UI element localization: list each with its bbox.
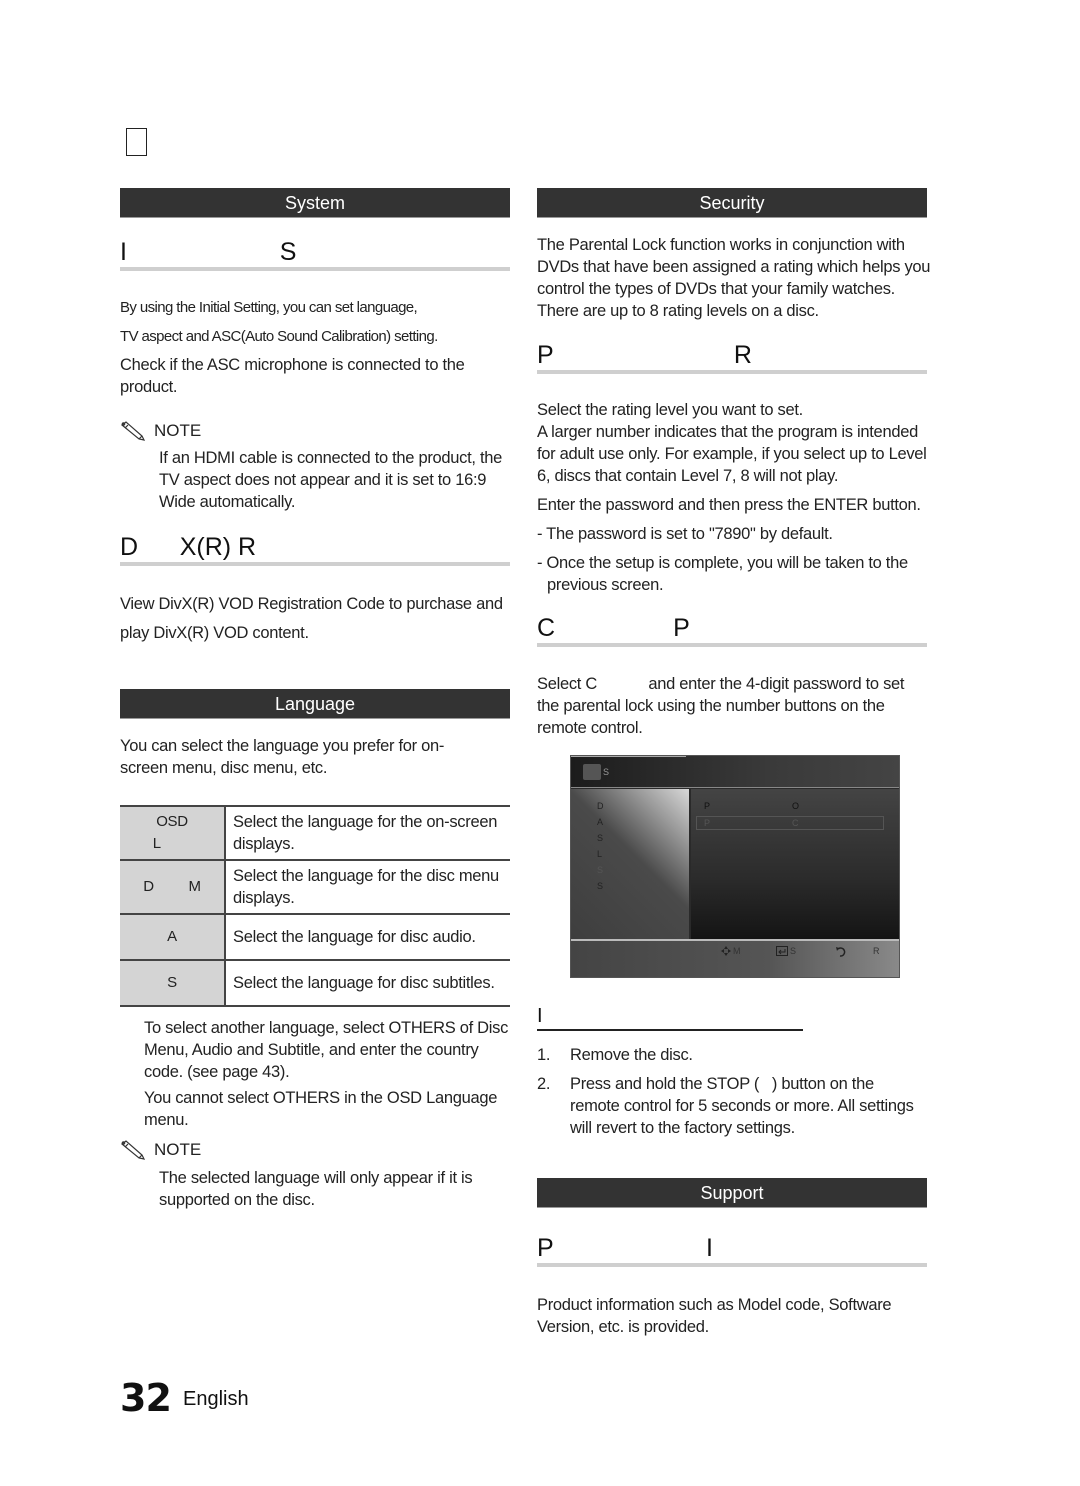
osd-menu-item-disabled: S: [597, 865, 604, 875]
heading-change-password: C P: [537, 613, 927, 647]
note-header-2: NOTE: [120, 1140, 201, 1160]
row-desc: Select the language for the on-screen di…: [225, 805, 510, 860]
osd-row-password-selected: P C: [696, 816, 884, 830]
osd-row-parental: P O: [696, 800, 884, 814]
osd-row-name: P: [704, 818, 711, 828]
placeholder-glyph-box: [126, 128, 147, 156]
table-row: A Select the language for disc audio.: [120, 913, 510, 960]
section-bar-security: Security: [537, 188, 927, 218]
change-password-text: Select C and enter the 4-digit password …: [537, 675, 909, 737]
product-info-text: Product information such as Model code, …: [537, 1296, 892, 1336]
pencil-note-icon: [121, 421, 146, 441]
pencil-note-icon: [121, 1140, 146, 1160]
initial-setting-text-1: By using the Initial Setting, you can se…: [120, 299, 418, 316]
osd-footer-move: M: [721, 946, 741, 956]
list-item: 1. Remove the disc.: [537, 1044, 927, 1066]
osd-row-value: O: [792, 801, 800, 811]
table-row: D M Select the language for the disc men…: [120, 859, 510, 914]
osd-menu-item: S: [597, 833, 604, 843]
heading-product-information: P I: [537, 1233, 927, 1267]
table-row: S Select the language for disc subtitles…: [120, 959, 510, 1007]
osd-row-name: P: [704, 801, 711, 811]
note-text-2: The selected language will only appear i…: [159, 1169, 473, 1209]
rating-text-3: Enter the password and then press the EN…: [537, 496, 921, 514]
language-table: OSD L Select the language for the on-scr…: [120, 805, 510, 1007]
language-note-osd: You cannot select OTHERS in the OSD Lang…: [144, 1089, 498, 1129]
section-bar-support: Support: [537, 1178, 927, 1208]
osd-title: S: [603, 767, 610, 777]
section-bar-language: Language: [120, 689, 510, 719]
row-desc: Select the language for the disc menu di…: [225, 859, 510, 914]
rating-bullet-1: - The password is set to "7890" by defau…: [537, 525, 833, 543]
row-desc: Select the language for disc audio.: [225, 913, 510, 960]
page-language: English: [183, 1388, 249, 1410]
row-desc: Select the language for disc subtitles.: [225, 959, 510, 1007]
osd-submenu: P O P C: [691, 789, 899, 939]
rating-text-2: A larger number indicates that the progr…: [537, 423, 927, 485]
move-arrows-icon: [721, 946, 731, 956]
step-number: 1.: [537, 1046, 551, 1064]
osd-menu: D A S L S S: [571, 789, 689, 939]
rating-text-1: Select the rating level you want to set.: [537, 401, 803, 419]
osd-setup-icon: [583, 764, 601, 780]
language-intro: You can select the language you prefer f…: [120, 737, 445, 777]
page-number: 32: [120, 1376, 172, 1420]
enter-icon: [776, 946, 788, 956]
divx-text: View DivX(R) VOD Registration Code to pu…: [120, 595, 503, 642]
security-intro: The Parental Lock function works in conj…: [537, 236, 931, 320]
osd-footer-move-label: M: [733, 946, 741, 956]
osd-menu-item: S: [597, 881, 604, 891]
note-label-1: NOTE: [154, 421, 202, 440]
reset-steps: 1. Remove the disc. 2. Press and hold th…: [537, 1044, 927, 1146]
initial-setting-text-2: TV aspect and ASC(Auto Sound Calibration…: [120, 328, 438, 345]
osd-header: S: [571, 756, 899, 788]
heading-reset: I: [537, 1005, 803, 1031]
heading-parental-rating: P R: [537, 340, 927, 374]
osd-footer-return-icon-wrap: [835, 946, 846, 957]
note-header-1: NOTE: [120, 421, 201, 441]
heading-initial-setting: I S: [120, 237, 510, 271]
row-label-osd-language: OSD L: [120, 805, 226, 860]
list-item: 2. Press and hold the STOP ( ) button on…: [537, 1073, 927, 1139]
osd-footer: M S R: [571, 939, 899, 977]
osd-row-value: C: [792, 818, 799, 828]
table-row: OSD L Select the language for the on-scr…: [120, 805, 510, 860]
osd-menu-item: A: [597, 817, 604, 827]
row-label-subtitle: S: [120, 959, 226, 1007]
step-number: 2.: [537, 1075, 551, 1093]
osd-menu-item: L: [597, 849, 603, 859]
row-label-audio: A: [120, 913, 226, 960]
step-text: Remove the disc.: [570, 1046, 693, 1064]
return-icon: [836, 947, 846, 957]
osd-footer-return: R: [873, 946, 880, 956]
osd-footer-select: S: [776, 946, 796, 956]
row-label-disc-menu: D M: [120, 859, 226, 914]
step-text: Press and hold the STOP ( ) button on th…: [570, 1075, 918, 1137]
note-label-2: NOTE: [154, 1140, 202, 1159]
section-bar-system: System: [120, 188, 510, 218]
heading-divx: D X(R) R: [120, 532, 510, 566]
language-note-others: To select another language, select OTHER…: [144, 1019, 509, 1081]
note-text-1: If an HDMI cable is connected to the pro…: [159, 449, 502, 511]
initial-setting-text-3: Check if the ASC microphone is connected…: [120, 356, 465, 396]
osd-screen-illustration: S D A S L S S P O P C M S R: [570, 755, 900, 978]
rating-bullet-2: - Once the setup is complete, you will b…: [537, 554, 908, 594]
osd-menu-item: D: [597, 801, 604, 811]
osd-footer-select-label: S: [790, 946, 797, 956]
